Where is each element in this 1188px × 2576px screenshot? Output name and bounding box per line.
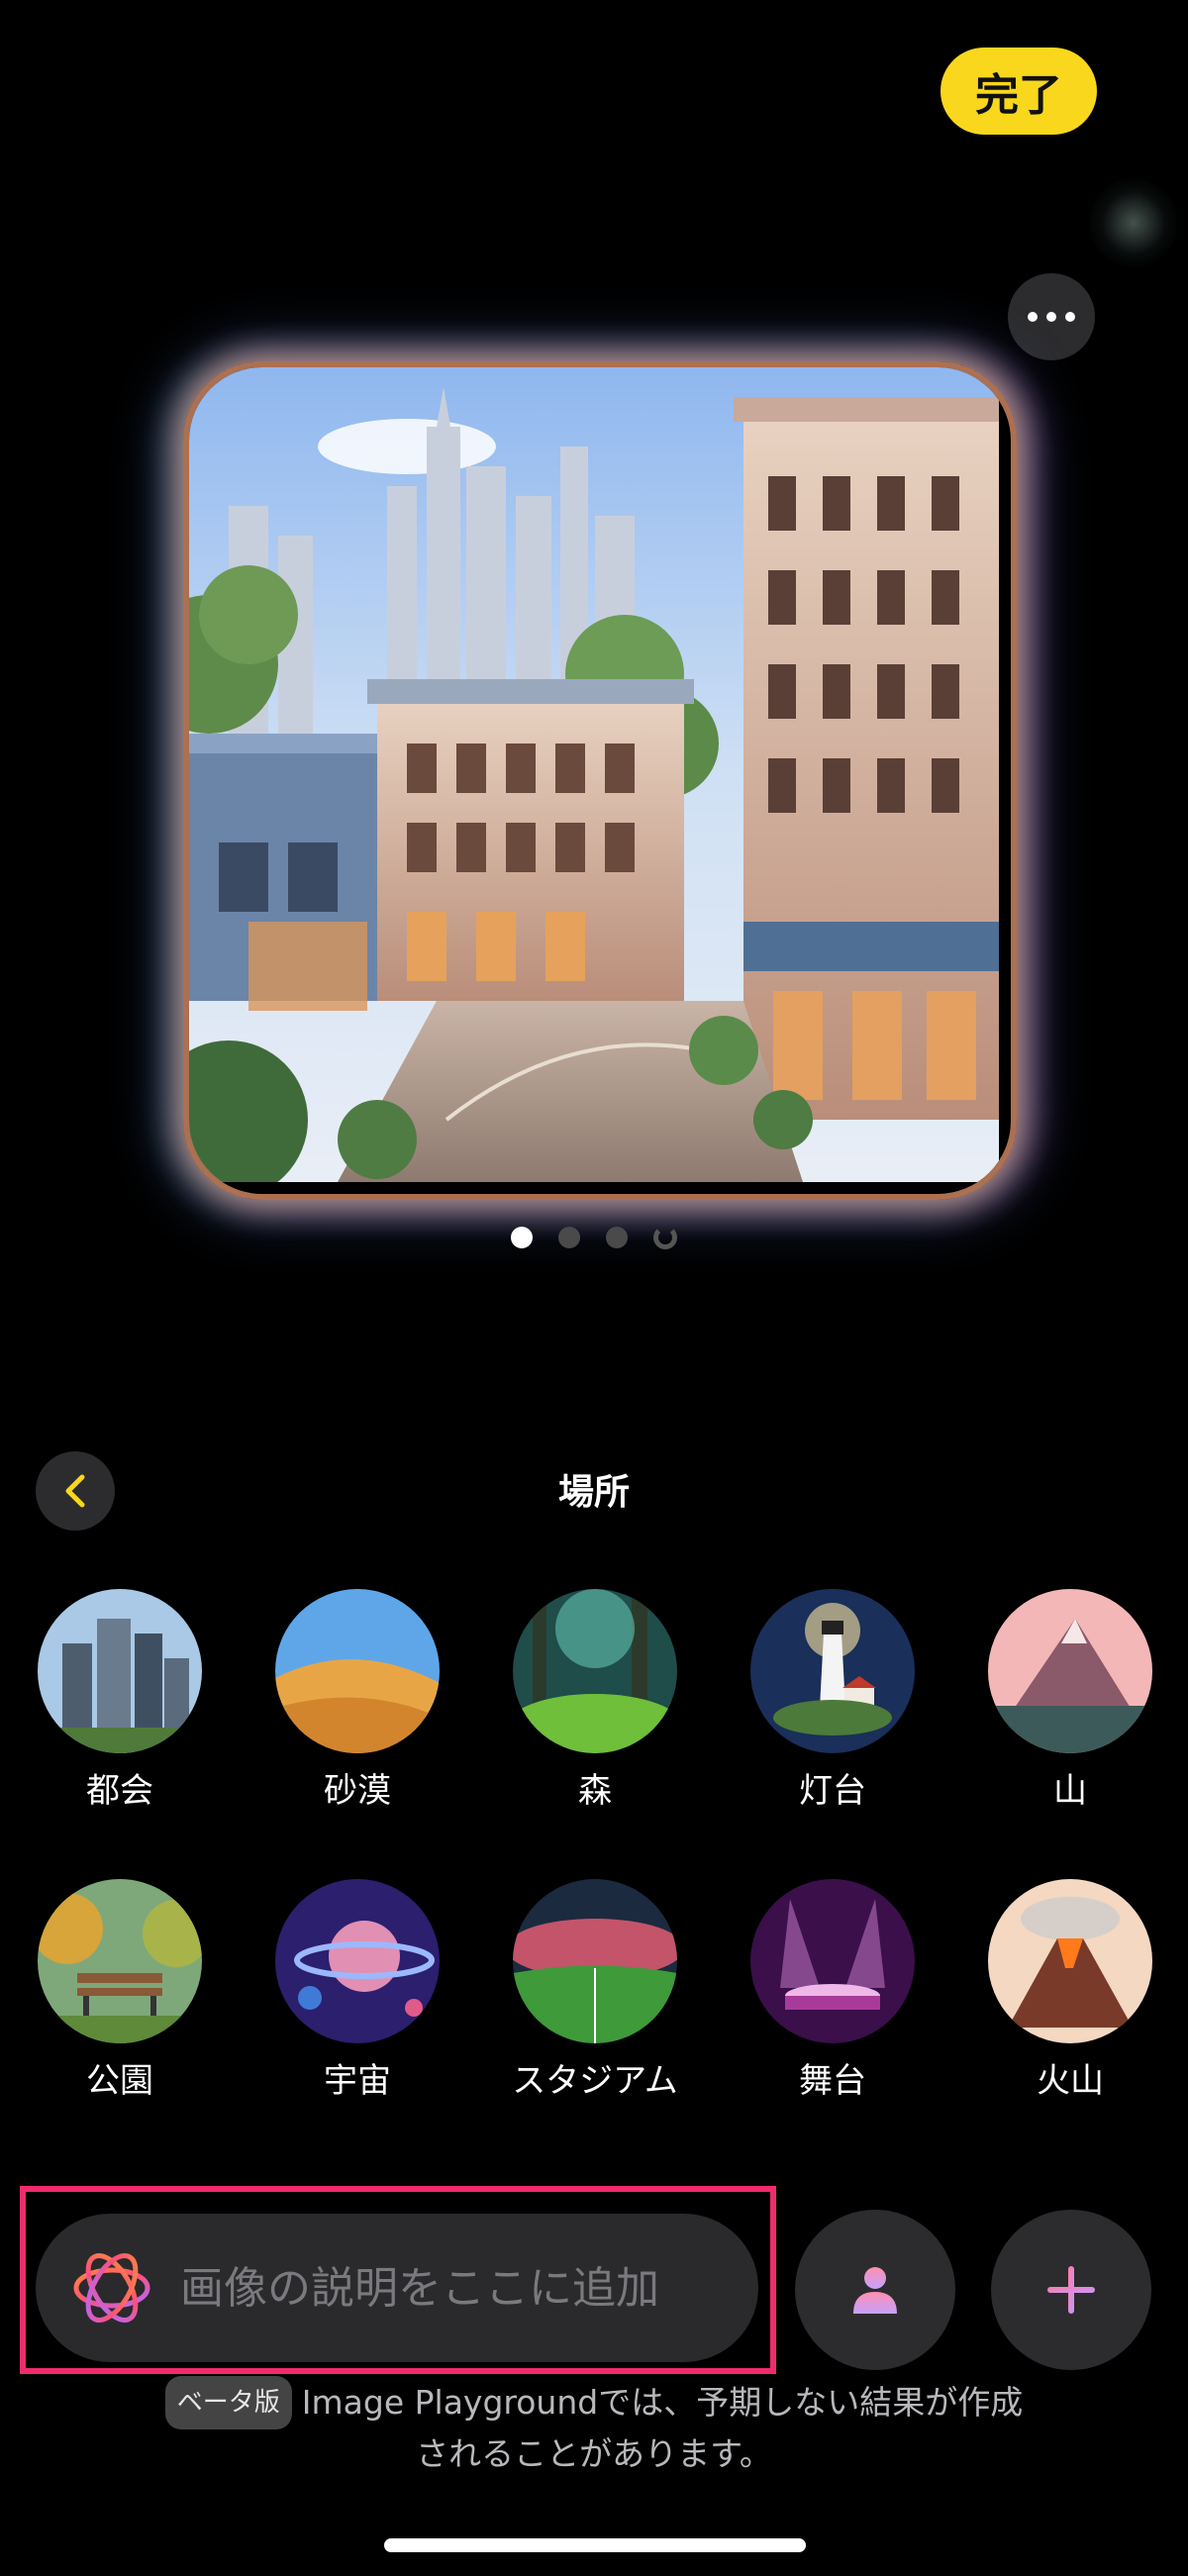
place-label: 舞台 [799,2061,866,2101]
prompt-field[interactable] [36,2214,758,2362]
page-dot-1[interactable] [511,1227,533,1248]
place-tile-forest[interactable]: 森 [511,1589,679,1812]
place-tile-space[interactable]: 宇宙 [273,1879,442,2102]
prompt-input[interactable] [178,2261,737,2315]
city-street-illustration [189,367,999,1182]
place-label: スタジアム [512,2061,678,2101]
person-icon [853,2267,897,2314]
disclaimer: ベータ版 Image Playgroundでは、予期しない結果が作成 されることが… [0,2376,1188,2479]
category-title: 場所 [557,1472,630,1513]
loading-spinner-icon [653,1226,677,1249]
place-label: 公園 [86,2061,153,2101]
add-person-button[interactable] [795,2210,955,2370]
place-tile-mountain[interactable]: 山 [986,1589,1154,1812]
park-icon [38,1879,202,2043]
more-options-button[interactable] [1008,273,1095,360]
place-label: 森 [578,1771,612,1811]
forest-icon [513,1589,677,1753]
disclaimer-line-1: Image Playgroundでは、予期しない結果が作成 [301,2383,1024,2422]
desert-icon [275,1589,440,1753]
city-icon [38,1589,202,1753]
place-label: 灯台 [799,1771,866,1811]
image-playground-icon [73,2253,150,2323]
add-button[interactable] [991,2210,1151,2370]
stage-icon [750,1879,915,2043]
place-tile-city[interactable]: 都会 [36,1589,204,1812]
place-label: 砂漠 [324,1771,391,1811]
ellipsis-icon [1028,312,1038,322]
disclaimer-line-2: されることがあります。 [416,2434,772,2473]
generated-image[interactable] [183,361,1017,1200]
place-label: 火山 [1037,2061,1104,2101]
place-label: 宇宙 [324,2061,391,2101]
page-dot-3[interactable] [606,1227,628,1248]
home-indicator[interactable] [384,2538,806,2552]
place-tile-lighthouse[interactable]: 灯台 [748,1589,917,1812]
ambient-glow [1089,178,1178,267]
place-tile-volcano[interactable]: 火山 [986,1879,1154,2102]
page-dot-2[interactable] [558,1227,580,1248]
place-tile-stadium[interactable]: スタジアム [511,1879,679,2102]
beta-badge: ベータ版 [164,2376,292,2429]
place-tile-park[interactable]: 公園 [36,1879,204,2102]
mountain-icon [988,1589,1152,1753]
stadium-icon [513,1879,677,2043]
volcano-icon [988,1879,1152,2043]
place-tile-stage[interactable]: 舞台 [748,1879,917,2102]
space-icon [275,1879,440,2043]
plus-icon [1047,2266,1095,2314]
place-label: 山 [1053,1771,1087,1811]
lighthouse-icon [750,1589,915,1753]
place-label: 都会 [86,1771,153,1811]
done-button[interactable]: 完了 [940,48,1097,135]
page-indicator[interactable] [0,1223,1188,1252]
place-tile-desert[interactable]: 砂漠 [273,1589,442,1812]
